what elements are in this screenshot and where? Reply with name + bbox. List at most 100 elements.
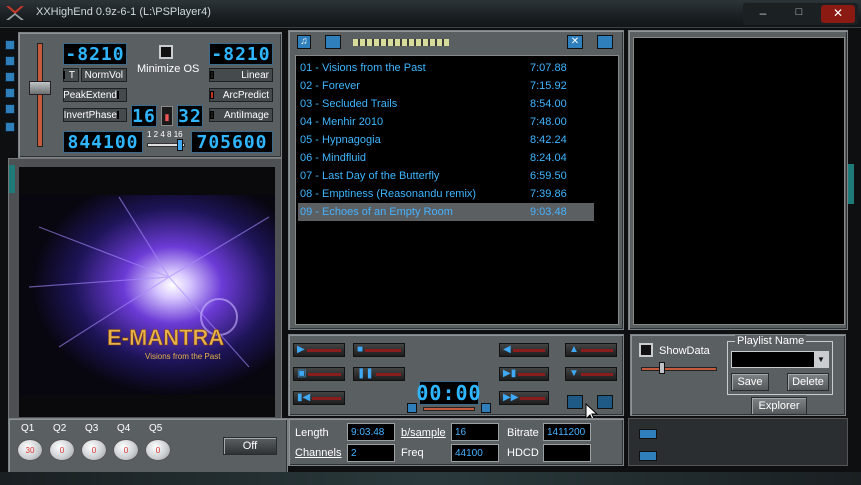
track-duration: 7:48.00 xyxy=(530,116,567,128)
eq-panel: Q1 Q2 Q3 Q4 Q5 30 0 0 0 0 Off xyxy=(8,418,288,480)
playlist-row[interactable]: 08 - Emptiness (Reasonandu remix) 7:39.86 xyxy=(298,185,594,203)
playlist-row[interactable]: 07 - Last Day of the Butterfly 6:59.50 xyxy=(298,167,594,185)
playlist-row[interactable]: 01 - Visions from the Past 7:07.88 xyxy=(298,59,594,77)
playlist-row[interactable]: 05 - Hypnagogia 8:42.24 xyxy=(298,131,594,149)
channels-value: 2 xyxy=(347,444,395,462)
option-linear-label: Linear xyxy=(241,69,269,81)
album-art-left-handle[interactable] xyxy=(9,165,15,193)
side-button-2[interactable] xyxy=(5,56,15,66)
length-value: 9:03.48 xyxy=(347,423,395,441)
playlist-name-dropdown[interactable]: ▼ xyxy=(731,351,829,368)
option-invertphase-button[interactable]: InvertPhase xyxy=(63,108,127,122)
info-option-icon-1[interactable] xyxy=(639,429,657,439)
volume-slider-track[interactable] xyxy=(37,43,43,147)
track-duration: 7:07.88 xyxy=(530,62,567,74)
option-linear-button[interactable]: Linear xyxy=(209,68,273,82)
seek-slider[interactable] xyxy=(423,407,475,411)
album-art-graphic: E-MANTRA Visions from the Past xyxy=(19,195,275,395)
showdata-slider[interactable] xyxy=(641,367,717,371)
minimize-os-checkbox[interactable] xyxy=(159,45,173,59)
pause-button[interactable]: ❚❚ xyxy=(353,367,405,381)
playlist-row[interactable]: 04 - Menhir 2010 7:48.00 xyxy=(298,113,594,131)
window-controls: – □ ✕ xyxy=(743,3,858,25)
showdata-checkbox[interactable] xyxy=(639,343,653,357)
track-title: 02 - Forever xyxy=(300,80,360,92)
oversample-slider-handle[interactable] xyxy=(177,139,183,151)
option-peakextend-button[interactable]: PeakExtend xyxy=(63,88,127,102)
bits-toggle-icon[interactable]: ▮ xyxy=(161,106,173,126)
lcd-top-right: -8210 xyxy=(209,43,273,65)
playlist-options-icon[interactable] xyxy=(597,35,613,49)
bits-left-display: 16 xyxy=(131,105,157,127)
transport-panel: ▶ ■ ◀ ▲ ▣ ❚❚ ▶▮ ▼ ▮◀ ▶▶ 00:00 xyxy=(288,334,624,423)
option-arcpredict-button[interactable]: ArcPredict xyxy=(209,88,273,102)
seek-forward-icon[interactable] xyxy=(481,403,491,413)
down-button[interactable]: ▼ xyxy=(565,367,617,381)
bsample-label: b/sample xyxy=(401,427,446,439)
track-title: 06 - Mindfluid xyxy=(300,152,367,164)
clear-playlist-icon[interactable]: ✕ xyxy=(567,35,583,49)
option-t-button[interactable]: T xyxy=(62,68,79,82)
data-view-area xyxy=(633,37,845,325)
minimize-icon[interactable]: – xyxy=(749,6,777,22)
save-button[interactable]: Save xyxy=(731,373,769,391)
track-duration: 8:24.04 xyxy=(530,152,567,164)
eq-knob[interactable]: 30 xyxy=(17,439,43,461)
eq-knob-value: 0 xyxy=(123,445,129,455)
next-button[interactable]: ▶▮ xyxy=(499,367,549,381)
side-button-5[interactable] xyxy=(5,104,15,114)
playlist-name-panel: ShowData Playlist Name ▼ Save Delete Exp… xyxy=(630,334,846,416)
eq-knob[interactable]: 0 xyxy=(81,439,107,461)
eq-knob-value: 0 xyxy=(59,445,65,455)
up-button[interactable]: ▲ xyxy=(565,343,617,357)
play-button[interactable]: ▶ xyxy=(293,343,345,357)
track-title: 05 - Hypnagogia xyxy=(300,134,381,146)
maximize-icon[interactable]: □ xyxy=(785,6,813,22)
option-antiimage-button[interactable]: AntiImage xyxy=(209,108,273,122)
fast-forward-button[interactable]: ▶▶ xyxy=(499,391,549,405)
playlist-list[interactable]: 01 - Visions from the Past 7:07.88 02 - F… xyxy=(295,55,619,325)
skip-start-button[interactable]: ▮◀ xyxy=(293,391,345,405)
eq-knob[interactable]: 0 xyxy=(113,439,139,461)
side-button-3[interactable] xyxy=(5,72,15,82)
seek-back-icon[interactable] xyxy=(407,403,417,413)
fast-forward-icon: ▶▶ xyxy=(503,392,519,403)
playlist-view-icon[interactable] xyxy=(325,35,341,49)
track-indicator-strip xyxy=(353,39,449,46)
option-normvol-button[interactable]: NormVol xyxy=(81,68,127,82)
settings-panel: -8210 -8210 Minimize OS T NormVol Linear… xyxy=(18,32,282,158)
eq-off-button[interactable]: Off xyxy=(223,437,277,455)
close-icon[interactable]: ✕ xyxy=(821,5,855,23)
info-option-icon-2[interactable] xyxy=(639,451,657,461)
screen-icon[interactable] xyxy=(597,395,613,409)
eq-knob-value: 0 xyxy=(155,445,161,455)
mute-button[interactable]: ▣ xyxy=(293,367,345,381)
previous-button[interactable]: ◀ xyxy=(499,343,549,357)
channels-label: Channels xyxy=(295,447,342,459)
chevron-down-icon[interactable]: ▼ xyxy=(814,352,828,367)
delete-button[interactable]: Delete xyxy=(787,373,829,391)
showdata-slider-handle[interactable] xyxy=(659,362,665,374)
title-bar[interactable]: XXHighEnd 0.9z-6-1 (L:\PSPlayer4) – □ ✕ xyxy=(0,0,861,28)
stop-icon: ■ xyxy=(357,344,364,355)
track-info-panel: Length 9:03.48 b/sample 16 Bitrate 14112… xyxy=(288,418,624,466)
track-title: 03 - Secluded Trails xyxy=(300,98,398,110)
eq-label: Q5 xyxy=(149,423,163,434)
playlist-row[interactable]: 06 - Mindfluid 8:24.04 xyxy=(298,149,594,167)
time-display: 00:00 xyxy=(416,381,482,405)
right-edge-handle[interactable] xyxy=(848,164,854,204)
playlist-row[interactable]: 03 - Secluded Trails 8:54.00 xyxy=(298,95,594,113)
side-button-6[interactable] xyxy=(5,122,15,132)
side-button-1[interactable] xyxy=(5,40,15,50)
monitor-icon[interactable] xyxy=(567,395,583,409)
eq-knob[interactable]: 0 xyxy=(49,439,75,461)
music-note-icon[interactable]: ♫ xyxy=(297,35,311,49)
side-button-4[interactable] xyxy=(5,88,15,98)
volume-slider-handle[interactable] xyxy=(29,81,51,95)
playlist-row[interactable]: 02 - Forever 7:15.92 xyxy=(298,77,594,95)
explorer-button[interactable]: Explorer xyxy=(751,397,807,415)
playlist-row-selected[interactable]: 09 - Echoes of an Empty Room 9:03.48 xyxy=(298,203,594,221)
stop-button[interactable]: ■ xyxy=(353,343,405,357)
next-icon: ▶▮ xyxy=(503,368,517,379)
eq-knob[interactable]: 0 xyxy=(145,439,171,461)
